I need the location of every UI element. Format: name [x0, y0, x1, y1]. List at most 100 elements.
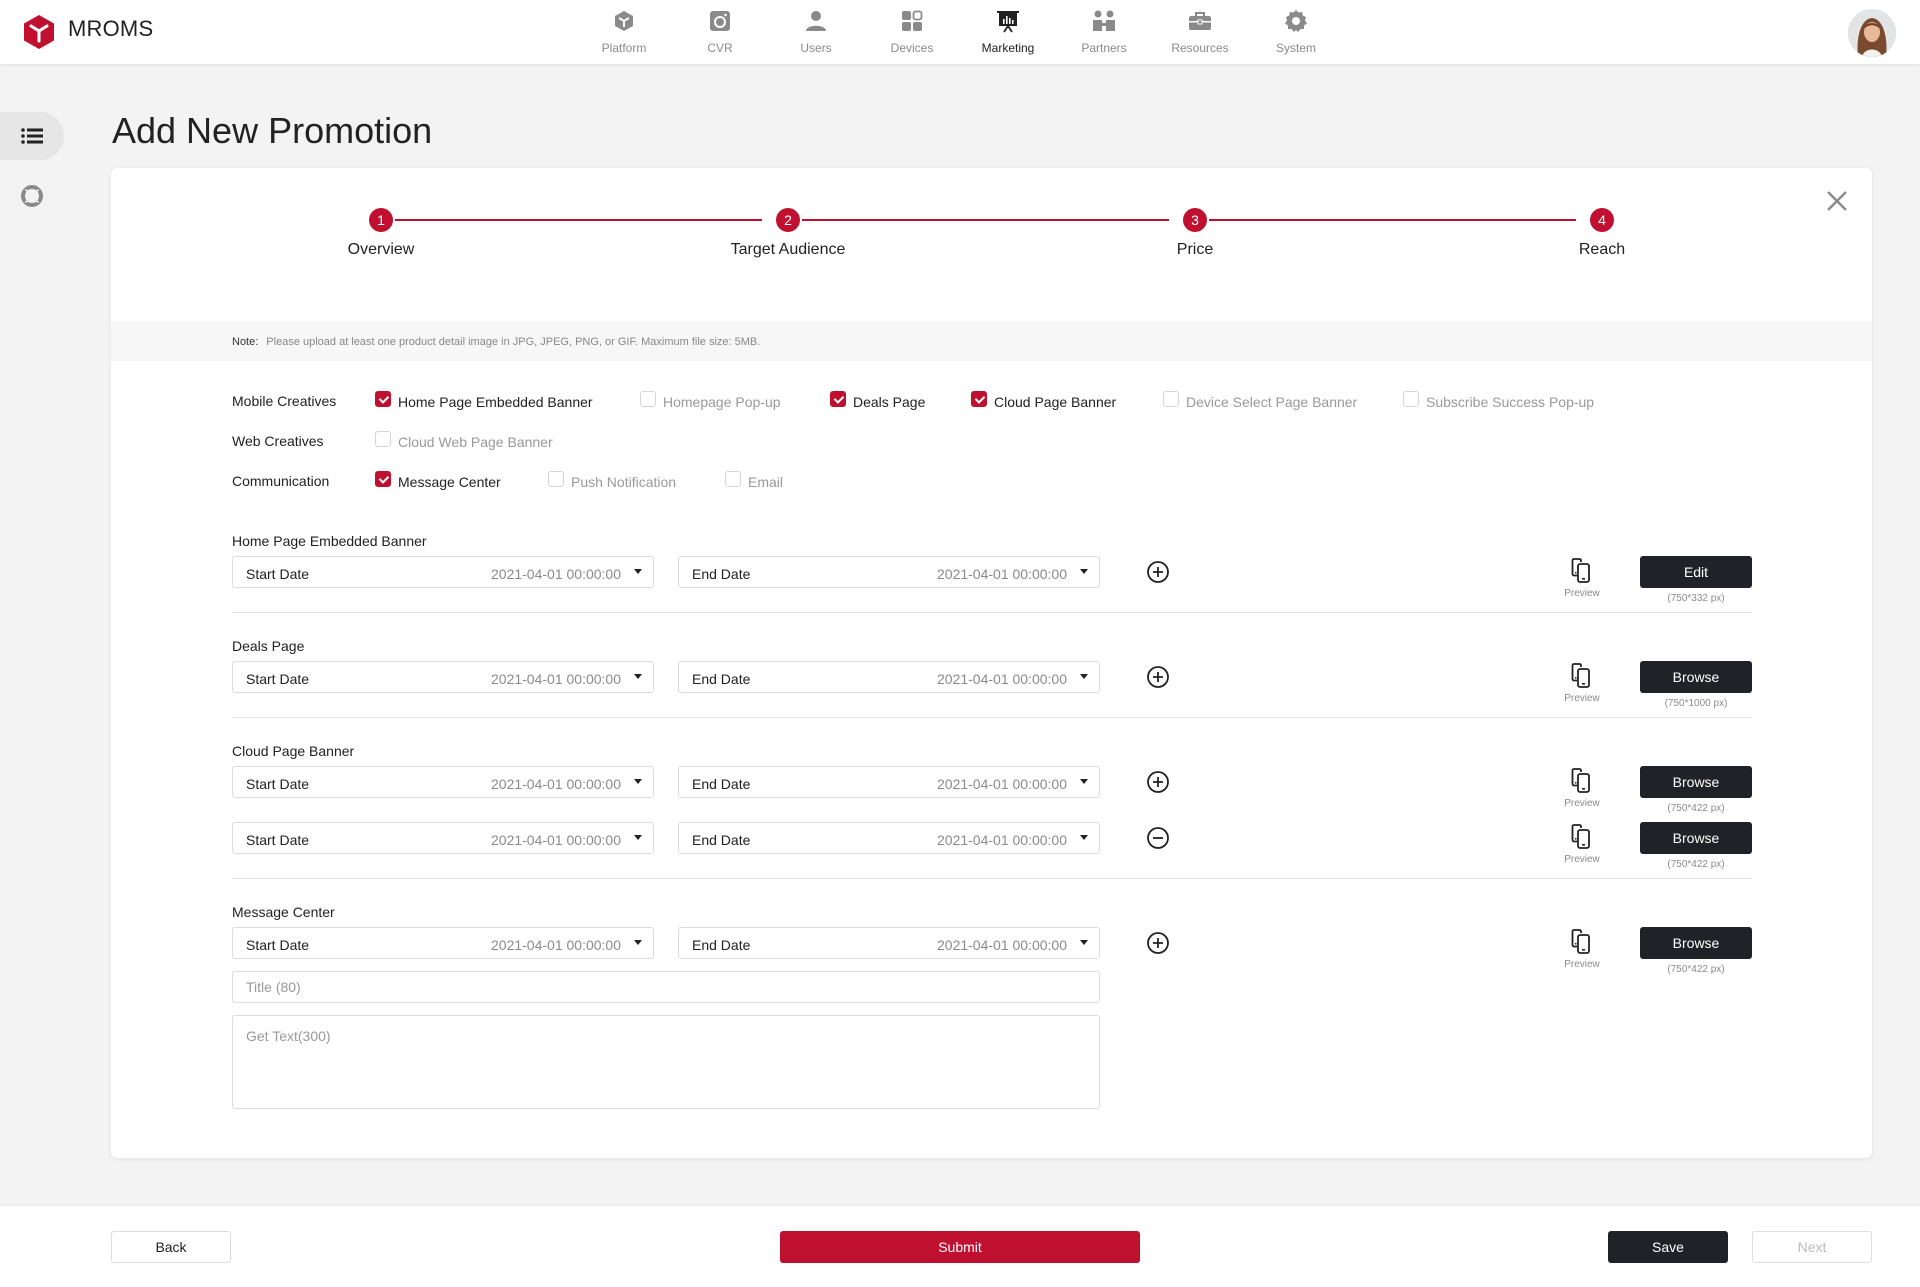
checkbox-box[interactable] — [375, 391, 391, 407]
field-label: End Date — [692, 671, 751, 687]
start-date-select[interactable]: Start Date 2021-04-01 00:00:00 — [232, 927, 654, 959]
footer-action-bar: Back Submit Save Next — [0, 1206, 1920, 1287]
start-date-value: 2021-04-01 00:00:00 — [491, 937, 621, 953]
end-date-select[interactable]: End Date 2021-04-01 00:00:00 — [678, 556, 1100, 588]
preview-button[interactable]: Preview — [1552, 663, 1612, 704]
add-circle-icon[interactable] — [1146, 931, 1170, 955]
section-title-deals-page: Deals Page — [232, 638, 305, 654]
checkbox-box[interactable] — [640, 391, 656, 407]
user-icon — [806, 11, 826, 31]
checkbox-email[interactable]: Email — [725, 471, 784, 490]
preview-button[interactable]: Preview — [1552, 929, 1612, 970]
checkbox-box[interactable] — [1403, 391, 1419, 407]
next-button[interactable]: Next — [1752, 1231, 1872, 1263]
checkbox-deals-page[interactable]: Deals Page — [830, 391, 925, 410]
checkbox-cloud-web-page-banner[interactable]: Cloud Web Page Banner — [375, 431, 553, 450]
nav-item-cvr[interactable]: CVR — [672, 0, 768, 64]
add-circle-icon[interactable] — [1146, 770, 1170, 794]
nav-item-system[interactable]: System — [1248, 0, 1344, 64]
caret-down-icon — [1080, 940, 1088, 945]
add-circle-icon[interactable] — [1146, 665, 1170, 689]
checkbox-box[interactable] — [725, 471, 741, 487]
checkbox-box[interactable] — [375, 431, 391, 447]
upload-action: Browse (750*422 px) — [1640, 927, 1752, 975]
message-title-input[interactable] — [232, 971, 1100, 1003]
nav-item-resources[interactable]: Resources — [1152, 0, 1248, 64]
nav-item-users[interactable]: Users — [768, 0, 864, 64]
browse-button[interactable]: Browse — [1640, 661, 1752, 693]
preview-button[interactable]: Preview — [1552, 558, 1612, 599]
user-avatar[interactable] — [1848, 9, 1896, 57]
step-target-audience[interactable]: 2 Target Audience — [688, 208, 888, 259]
start-date-select[interactable]: Start Date 2021-04-01 00:00:00 — [232, 766, 654, 798]
checkbox-push-notification[interactable]: Push Notification — [548, 471, 676, 490]
remove-circle-icon[interactable] — [1146, 826, 1170, 850]
nav-item-devices[interactable]: Devices — [864, 0, 960, 64]
step-number: 1 — [369, 208, 393, 232]
message-text-input[interactable] — [232, 1015, 1100, 1109]
checkbox-label: Message Center — [398, 474, 501, 490]
browse-button[interactable]: Browse — [1640, 927, 1752, 959]
step-number: 3 — [1183, 208, 1207, 232]
back-button[interactable]: Back — [111, 1231, 231, 1263]
devices-preview-icon — [1571, 824, 1590, 849]
end-date-select[interactable]: End Date 2021-04-01 00:00:00 — [678, 927, 1100, 959]
preview-button[interactable]: Preview — [1552, 824, 1612, 865]
step-reach[interactable]: 4 Reach — [1502, 208, 1702, 259]
caret-down-icon — [634, 779, 642, 784]
caret-down-icon — [634, 940, 642, 945]
start-date-select[interactable]: Start Date 2021-04-01 00:00:00 — [232, 661, 654, 693]
end-date-select[interactable]: End Date 2021-04-01 00:00:00 — [678, 822, 1100, 854]
step-overview[interactable]: 1 Overview — [281, 208, 481, 259]
checkbox-label: Email — [748, 474, 784, 490]
nav-label: Devices — [890, 41, 934, 55]
upload-action: Browse (750*1000 px) — [1640, 661, 1752, 709]
mobile-creatives-row: Mobile Creatives — [232, 390, 374, 412]
checkbox-box[interactable] — [971, 391, 987, 407]
nav-item-partners[interactable]: Partners — [1056, 0, 1152, 64]
nav-label: Partners — [1081, 41, 1127, 55]
edit-button[interactable]: Edit — [1640, 556, 1752, 588]
end-date-value: 2021-04-01 00:00:00 — [937, 671, 1067, 687]
checkbox-message-center[interactable]: Message Center — [375, 471, 501, 490]
checkbox-homepage-pop-up[interactable]: Homepage Pop-up — [640, 391, 781, 410]
cube-icon — [615, 11, 633, 31]
checkbox-subscribe-success-pop-up[interactable]: Subscribe Success Pop-up — [1403, 391, 1594, 410]
nav-item-marketing[interactable]: Marketing — [960, 0, 1056, 64]
sidebar-item-support[interactable] — [0, 172, 64, 220]
checkbox-cloud-page-banner[interactable]: Cloud Page Banner — [971, 391, 1116, 410]
web-creatives-row: Web Creatives — [232, 430, 374, 452]
browse-button[interactable]: Browse — [1640, 822, 1752, 854]
section-divider — [232, 717, 1752, 718]
checkbox-device-select-page-banner[interactable]: Device Select Page Banner — [1163, 391, 1357, 410]
progress-stepper: 1 Overview 2 Target Audience 3 Price 4 R… — [111, 208, 1872, 278]
start-date-value: 2021-04-01 00:00:00 — [491, 566, 621, 582]
checkbox-label: Home Page Embedded Banner — [398, 394, 593, 410]
checkbox-home-page-embedded-banner[interactable]: Home Page Embedded Banner — [375, 391, 593, 410]
save-button[interactable]: Save — [1608, 1231, 1728, 1263]
start-date-select[interactable]: Start Date 2021-04-01 00:00:00 — [232, 822, 654, 854]
field-label: Start Date — [246, 832, 310, 848]
checkbox-box[interactable] — [375, 471, 391, 487]
submit-button[interactable]: Submit — [780, 1231, 1140, 1263]
add-circle-icon[interactable] — [1146, 560, 1170, 584]
end-date-select[interactable]: End Date 2021-04-01 00:00:00 — [678, 661, 1100, 693]
checkbox-box[interactable] — [1163, 391, 1179, 407]
step-price[interactable]: 3 Price — [1095, 208, 1295, 259]
checkbox-label: Cloud Web Page Banner — [398, 434, 553, 450]
preview-label: Preview — [1564, 854, 1600, 865]
nav-item-platform[interactable]: Platform — [576, 0, 672, 64]
checkbox-box[interactable] — [830, 391, 846, 407]
preview-button[interactable]: Preview — [1552, 768, 1612, 809]
sidebar-item-list[interactable] — [0, 112, 64, 160]
caret-down-icon — [1080, 835, 1088, 840]
preview-label: Preview — [1564, 798, 1600, 809]
category-label: Mobile Creatives — [232, 393, 337, 409]
checkbox-box[interactable] — [548, 471, 564, 487]
end-date-select[interactable]: End Date 2021-04-01 00:00:00 — [678, 766, 1100, 798]
step-label: Target Audience — [730, 241, 846, 258]
devices-preview-icon — [1571, 663, 1590, 688]
start-date-select[interactable]: Start Date 2021-04-01 00:00:00 — [232, 556, 654, 588]
mroms-logo-icon — [24, 15, 54, 49]
browse-button[interactable]: Browse — [1640, 766, 1752, 798]
